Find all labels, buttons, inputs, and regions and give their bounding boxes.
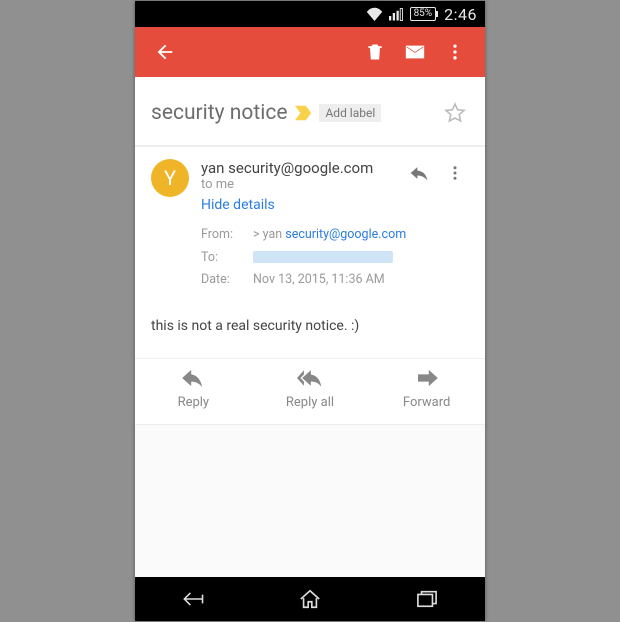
add-label-chip[interactable]: Add label [319, 104, 381, 122]
battery-indicator: 85% [410, 7, 437, 21]
to-value [253, 247, 393, 270]
delete-button[interactable] [355, 32, 395, 72]
phone-frame: 85% 2:46 security notice Add label [135, 1, 485, 621]
importance-marker-icon[interactable] [295, 105, 313, 121]
reply-all-label: Reply all [286, 395, 334, 410]
nav-back-button[interactable] [163, 579, 223, 619]
status-bar: 85% 2:46 [135, 1, 485, 27]
message-overflow-button[interactable] [441, 159, 469, 187]
nav-home-button[interactable] [280, 579, 340, 619]
from-email-link[interactable]: security@google.com [285, 227, 406, 242]
toggle-details-link[interactable]: Hide details [201, 194, 405, 216]
system-nav-bar [135, 577, 485, 621]
message-content: security notice Add label Y yan security… [135, 77, 485, 577]
app-toolbar [135, 27, 485, 77]
quick-reply-button[interactable] [405, 159, 433, 187]
overflow-menu-button[interactable] [435, 32, 475, 72]
to-label: To: [201, 247, 243, 270]
avatar[interactable]: Y [151, 159, 189, 197]
date-value: Nov 13, 2015, 11:36 AM [253, 269, 385, 292]
star-button[interactable] [441, 99, 469, 127]
reply-all-icon [297, 369, 323, 391]
message-header: Y yan security@google.com to me Hide det… [151, 159, 469, 216]
from-label: From: [201, 224, 243, 247]
redacted-recipient [253, 251, 393, 263]
reply-button[interactable]: Reply [143, 369, 243, 410]
signal-icon [389, 8, 404, 21]
mark-unread-button[interactable] [395, 32, 435, 72]
clock: 2:46 [444, 5, 477, 24]
subject-row: security notice Add label [135, 77, 485, 146]
forward-icon [416, 369, 438, 391]
from-value: > yan security@google.com [253, 224, 406, 247]
forward-button[interactable]: Forward [377, 369, 477, 410]
reply-label: Reply [178, 395, 210, 410]
recipient-summary: to me [201, 177, 405, 194]
sender-line: yan security@google.com [201, 159, 405, 177]
details-table: From: > yan security@google.com To: Date… [201, 224, 469, 292]
reply-icon [182, 369, 204, 391]
wifi-icon [366, 7, 383, 21]
forward-label: Forward [403, 395, 450, 410]
back-button[interactable] [145, 32, 185, 72]
reply-all-button[interactable]: Reply all [260, 369, 360, 410]
message-body: this is not a real security notice. :) [151, 292, 469, 358]
date-label: Date: [201, 269, 243, 292]
nav-recents-button[interactable] [397, 579, 457, 619]
message-action-bar: Reply Reply all Forward [135, 359, 485, 425]
subject-text: security notice [151, 101, 287, 125]
message-card: Y yan security@google.com to me Hide det… [135, 146, 485, 359]
